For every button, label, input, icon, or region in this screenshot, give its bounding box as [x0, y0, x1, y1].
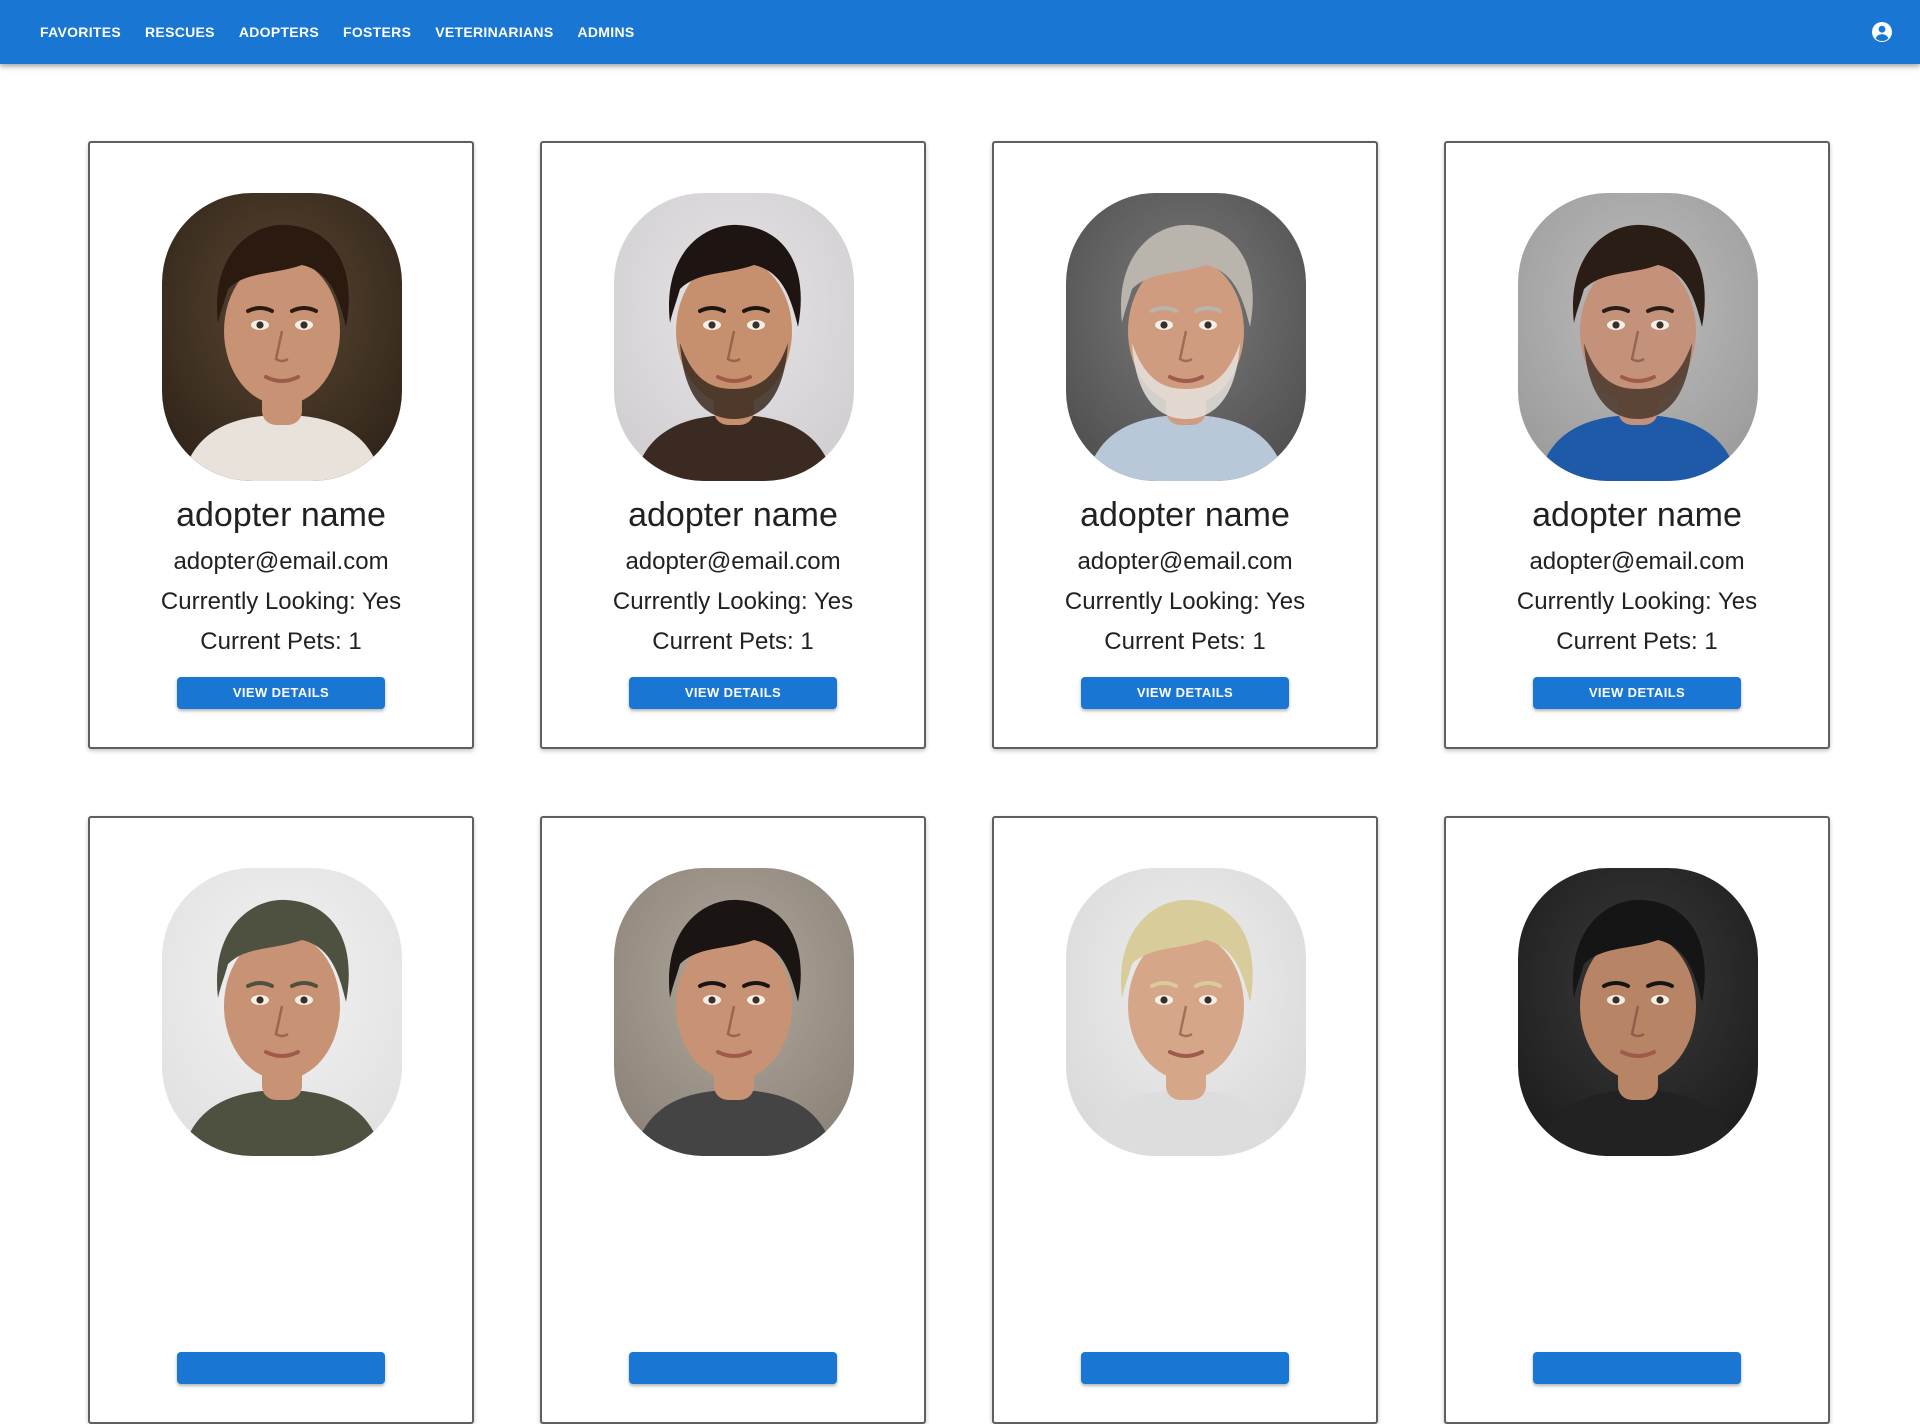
- adopter-card-4: adopter name adopter@email.com Currently…: [1444, 141, 1830, 749]
- account-button[interactable]: [1870, 20, 1894, 44]
- view-details-button[interactable]: [1081, 1352, 1289, 1384]
- account-circle-icon: [1872, 22, 1892, 42]
- portrait-image: [1518, 193, 1758, 481]
- view-details-button[interactable]: VIEW DETAILS: [177, 677, 385, 709]
- portrait-image: [1066, 868, 1306, 1156]
- adopter-photo: [162, 868, 402, 1156]
- adopter-email: adopter@email.com: [1529, 548, 1745, 575]
- adopter-photo: [1066, 193, 1306, 481]
- currently-looking: Currently Looking: Yes: [1516, 588, 1758, 615]
- adopter-name: adopter name: [1532, 496, 1742, 534]
- adopter-photo: [614, 868, 854, 1156]
- currently-looking: Currently Looking: Yes: [160, 588, 402, 615]
- current-pets: Current Pets: 1: [1104, 628, 1266, 655]
- nav-admins[interactable]: ADMINS: [571, 16, 640, 48]
- portrait-image: [162, 193, 402, 481]
- currently-looking: Currently Looking: Yes: [1064, 588, 1306, 615]
- adopter-card-8: [1444, 816, 1830, 1424]
- adopter-name: adopter name: [1080, 496, 1290, 534]
- top-app-bar: FAVORITES RESCUES ADOPTERS FOSTERS VETER…: [0, 0, 1920, 64]
- nav-fosters[interactable]: FOSTERS: [337, 16, 417, 48]
- adopter-card-7: [992, 816, 1378, 1424]
- adopter-email: adopter@email.com: [625, 548, 841, 575]
- view-details-button[interactable]: VIEW DETAILS: [629, 677, 837, 709]
- current-pets: Current Pets: 1: [200, 628, 362, 655]
- nav-veterinarians[interactable]: VETERINARIANS: [429, 16, 559, 48]
- adopter-email: adopter@email.com: [1077, 548, 1293, 575]
- current-pets: Current Pets: 1: [652, 628, 814, 655]
- main-nav: FAVORITES RESCUES ADOPTERS FOSTERS VETER…: [28, 0, 647, 64]
- portrait-image: [614, 193, 854, 481]
- portrait-image: [1066, 193, 1306, 481]
- portrait-image: [614, 868, 854, 1156]
- adopter-card-1: adopter name adopter@email.com Currently…: [88, 141, 474, 749]
- adopter-photo: [1066, 868, 1306, 1156]
- nav-rescues[interactable]: RESCUES: [139, 16, 221, 48]
- adopter-name: adopter name: [628, 496, 838, 534]
- view-details-button[interactable]: VIEW DETAILS: [1081, 677, 1289, 709]
- adopter-email: adopter@email.com: [173, 548, 389, 575]
- current-pets: Current Pets: 1: [1556, 628, 1718, 655]
- view-details-button[interactable]: [1533, 1352, 1741, 1384]
- portrait-image: [162, 868, 402, 1156]
- adopter-card-6: [540, 816, 926, 1424]
- nav-favorites[interactable]: FAVORITES: [34, 16, 127, 48]
- nav-adopters[interactable]: ADOPTERS: [233, 16, 325, 48]
- view-details-button[interactable]: VIEW DETAILS: [1533, 677, 1741, 709]
- adopter-card-3: adopter name adopter@email.com Currently…: [992, 141, 1378, 749]
- portrait-image: [1518, 868, 1758, 1156]
- currently-looking: Currently Looking: Yes: [612, 588, 854, 615]
- view-details-button[interactable]: [177, 1352, 385, 1384]
- adopter-name: adopter name: [176, 496, 386, 534]
- adopter-photo: [614, 193, 854, 481]
- adopter-photo: [162, 193, 402, 481]
- adopter-photo: [1518, 868, 1758, 1156]
- view-details-button[interactable]: [629, 1352, 837, 1384]
- adopter-photo: [1518, 193, 1758, 481]
- adopter-card-5: [88, 816, 474, 1424]
- adopter-card-2: adopter name adopter@email.com Currently…: [540, 141, 926, 749]
